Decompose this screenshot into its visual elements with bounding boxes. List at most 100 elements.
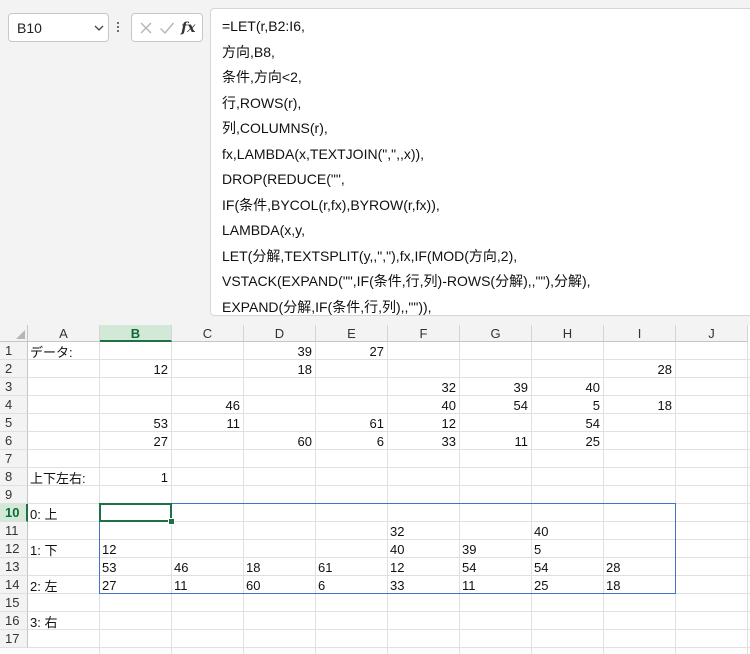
- row-header-4[interactable]: 4: [0, 396, 28, 414]
- row-header-2[interactable]: 2: [0, 360, 28, 378]
- cell-g13[interactable]: 54: [460, 558, 532, 576]
- cell-i14[interactable]: 18: [604, 576, 676, 594]
- cell-i4[interactable]: 18: [604, 396, 676, 414]
- row-header-8[interactable]: 8: [0, 468, 28, 486]
- row-header-16[interactable]: 16: [0, 612, 28, 630]
- cell-a10[interactable]: 0: 上: [28, 504, 100, 522]
- cell-b12[interactable]: 12: [100, 540, 172, 558]
- cell-e1[interactable]: 27: [316, 342, 388, 360]
- cell-c13[interactable]: 46: [172, 558, 244, 576]
- cell-e5[interactable]: 61: [316, 414, 388, 432]
- chevron-down-icon[interactable]: [90, 13, 108, 42]
- formula-line[interactable]: 条件,方向<2,: [222, 69, 302, 85]
- row-header-5[interactable]: 5: [0, 414, 28, 432]
- cell-a16[interactable]: 3: 右: [28, 612, 100, 630]
- name-box-value[interactable]: B10: [9, 20, 90, 36]
- row-header-7[interactable]: 7: [0, 450, 28, 468]
- column-header-b[interactable]: B: [100, 325, 172, 342]
- cell-c5[interactable]: 11: [172, 414, 244, 432]
- cell-c4[interactable]: 46: [172, 396, 244, 414]
- cell-d2[interactable]: 18: [244, 360, 316, 378]
- row-header-13[interactable]: 13: [0, 558, 28, 576]
- formula-line[interactable]: DROP(REDUCE("",: [222, 171, 345, 187]
- formula-line[interactable]: EXPAND(分解,IF(条件,行,列),,"")),: [222, 299, 432, 315]
- row-header-12[interactable]: 12: [0, 540, 28, 558]
- cell-g4[interactable]: 54: [460, 396, 532, 414]
- insert-function-button[interactable]: fx: [178, 18, 198, 38]
- cell-h6[interactable]: 25: [532, 432, 604, 450]
- fill-handle[interactable]: [168, 518, 175, 525]
- cell-h4[interactable]: 5: [532, 396, 604, 414]
- column-header-d[interactable]: D: [244, 325, 316, 342]
- column-header-h[interactable]: H: [532, 325, 604, 342]
- x-icon[interactable]: [136, 18, 156, 38]
- cell-f13[interactable]: 12: [388, 558, 460, 576]
- cell-b2[interactable]: 12: [100, 360, 172, 378]
- cell-h5[interactable]: 54: [532, 414, 604, 432]
- column-header-f[interactable]: F: [388, 325, 460, 342]
- formula-line[interactable]: LAMBDA(x,y,: [222, 222, 305, 238]
- formula-line[interactable]: VSTACK(EXPAND("",IF(条件,行,列)-ROWS(分解),,""…: [222, 273, 591, 289]
- row-header-9[interactable]: 9: [0, 486, 28, 504]
- row-header-14[interactable]: 14: [0, 576, 28, 594]
- cell-a14[interactable]: 2: 左: [28, 576, 100, 594]
- cell-b6[interactable]: 27: [100, 432, 172, 450]
- cell-h13[interactable]: 54: [532, 558, 604, 576]
- active-cell-selection[interactable]: [99, 503, 172, 522]
- formula-line[interactable]: 方向,B8,: [222, 44, 275, 60]
- cell-f14[interactable]: 33: [388, 576, 460, 594]
- column-header-i[interactable]: I: [604, 325, 676, 342]
- formula-input[interactable]: =LET(r,B2:I6, 方向,B8, 条件,方向<2, 行,ROWS(r),…: [210, 8, 750, 316]
- cell-h14[interactable]: 25: [532, 576, 604, 594]
- row-header-17[interactable]: 17: [0, 630, 28, 648]
- cell-f5[interactable]: 12: [388, 414, 460, 432]
- cell-i13[interactable]: 28: [604, 558, 676, 576]
- spreadsheet-grid[interactable]: A B C D E F G H I J 1 2 3 4 5 6 7 8 9 10 11 12 13 14 15 16 17 データ: 3…: [0, 325, 750, 654]
- cell-b14[interactable]: 27: [100, 576, 172, 594]
- cell-a12[interactable]: 1: 下: [28, 540, 100, 558]
- column-header-g[interactable]: G: [460, 325, 532, 342]
- cell-g3[interactable]: 39: [460, 378, 532, 396]
- name-box[interactable]: B10: [8, 13, 109, 42]
- row-header-6[interactable]: 6: [0, 432, 28, 450]
- formula-line[interactable]: fx,LAMBDA(x,TEXTJOIN(",",,x)),: [222, 146, 424, 162]
- cell-b13[interactable]: 53: [100, 558, 172, 576]
- cell-f12[interactable]: 40: [388, 540, 460, 558]
- cell-b8[interactable]: 1: [100, 468, 172, 486]
- column-header-j[interactable]: J: [676, 325, 748, 342]
- formula-line[interactable]: 行,ROWS(r),: [222, 95, 301, 111]
- row-header-3[interactable]: 3: [0, 378, 28, 396]
- formula-line[interactable]: LET(分解,TEXTSPLIT(y,,","),fx,IF(MOD(方向,2)…: [222, 248, 517, 264]
- cell-g6[interactable]: 11: [460, 432, 532, 450]
- cell-h3[interactable]: 40: [532, 378, 604, 396]
- cell-c14[interactable]: 11: [172, 576, 244, 594]
- cell-b5[interactable]: 53: [100, 414, 172, 432]
- cell-e6[interactable]: 6: [316, 432, 388, 450]
- cell-d13[interactable]: 18: [244, 558, 316, 576]
- cell-f4[interactable]: 40: [388, 396, 460, 414]
- cell-h11[interactable]: 40: [532, 522, 604, 540]
- row-header-10[interactable]: 10: [0, 504, 28, 522]
- more-options-icon[interactable]: [113, 16, 123, 38]
- cell-a8[interactable]: 上下左右:: [28, 468, 100, 486]
- column-header-c[interactable]: C: [172, 325, 244, 342]
- row-header-1[interactable]: 1: [0, 342, 28, 360]
- cell-g14[interactable]: 11: [460, 576, 532, 594]
- formula-line[interactable]: IF(条件,BYCOL(r,fx),BYROW(r,fx)),: [222, 197, 440, 213]
- cell-i2[interactable]: 28: [604, 360, 676, 378]
- formula-line[interactable]: 列,COLUMNS(r),: [222, 120, 328, 136]
- cell-d6[interactable]: 60: [244, 432, 316, 450]
- cell-a1[interactable]: データ:: [28, 342, 100, 360]
- cell-g12[interactable]: 39: [460, 540, 532, 558]
- check-icon[interactable]: [157, 18, 177, 38]
- cell-e13[interactable]: 61: [316, 558, 388, 576]
- row-header-15[interactable]: 15: [0, 594, 28, 612]
- column-header-e[interactable]: E: [316, 325, 388, 342]
- cell-e14[interactable]: 6: [316, 576, 388, 594]
- select-all-button[interactable]: [0, 325, 28, 342]
- row-header-11[interactable]: 11: [0, 522, 28, 540]
- cell-d14[interactable]: 60: [244, 576, 316, 594]
- cell-f11[interactable]: 32: [388, 522, 460, 540]
- cell-f3[interactable]: 32: [388, 378, 460, 396]
- cell-h12[interactable]: 5: [532, 540, 604, 558]
